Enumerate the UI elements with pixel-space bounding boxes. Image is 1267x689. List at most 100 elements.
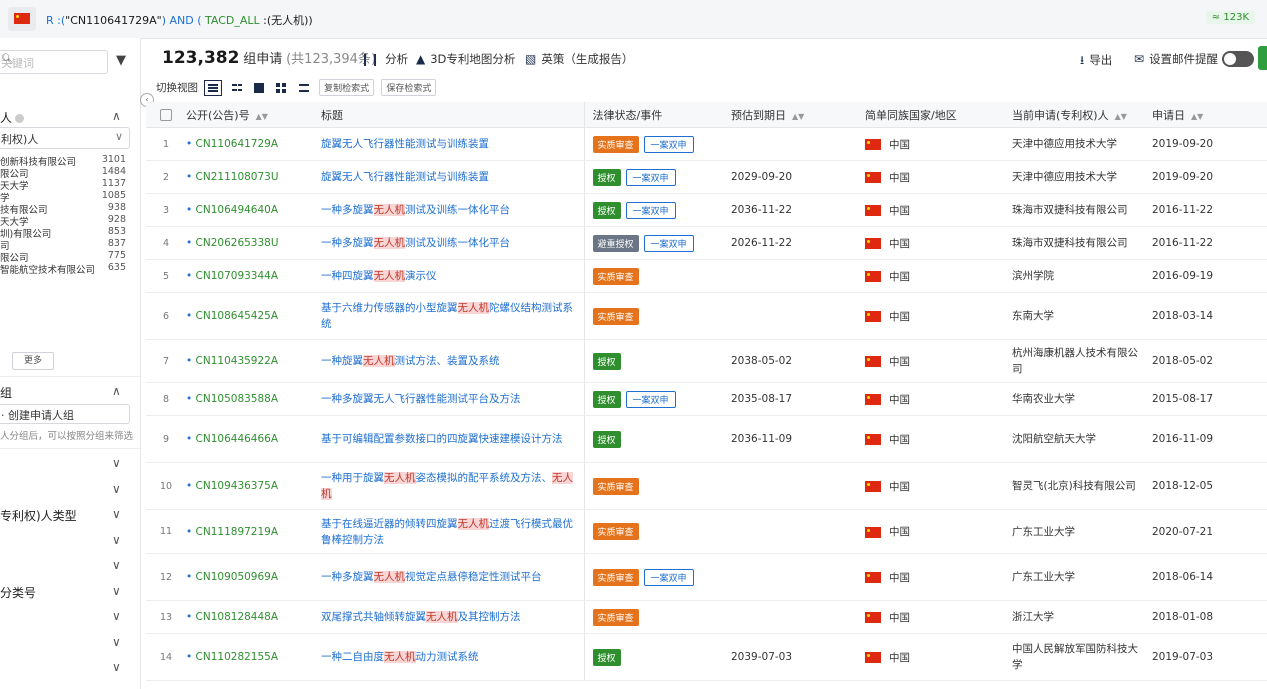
publication-number-link[interactable]: CN108128448A [186, 600, 321, 634]
chevron-down-icon[interactable]: ∨ [112, 482, 121, 496]
list-view-icon[interactable] [204, 80, 223, 96]
patent-title-link[interactable]: 旋翼无人飞行器性能测试与训练装置 [321, 160, 584, 194]
patent-title-link[interactable]: 一种多旋翼无人机视觉定点悬停稳定性测试平台 [321, 553, 584, 601]
applicant-name[interactable]: 天津中德应用技术大学 [1012, 160, 1152, 194]
keyword-search-input[interactable]: 关键词 🔍︎ [0, 50, 108, 74]
publication-number-link[interactable]: CN107093344A [186, 259, 321, 293]
sort-icon[interactable]: ▲▼ [1191, 112, 1203, 121]
table-row[interactable]: 6CN108645425A基于六维力传感器的小型旋翼无人机陀螺仪结构测试系统实质… [146, 292, 1267, 340]
map3d-button[interactable]: ▲ 3D专利地图分析 [416, 51, 515, 67]
sort-icon[interactable]: ▲▼ [792, 112, 804, 121]
col-filed[interactable]: 申请日 ▲▼ [1152, 102, 1267, 128]
email-alert-button[interactable]: ✉ 设置邮件提醒 [1134, 51, 1218, 67]
applicant-filter-item[interactable]: 技有限公司 938 [0, 202, 130, 216]
patent-title-link[interactable]: 一种四旋翼无人机演示仪 [321, 259, 584, 293]
table-row[interactable]: 3CN106494640A一种多旋翼无人机测试及训练一体化平台授权一案双申203… [146, 193, 1267, 227]
applicant-filter-item[interactable]: 限公司 1484 [0, 166, 130, 180]
applicant-filter-item[interactable]: 智能航空技术有限公司 635 [0, 262, 130, 276]
chevron-down-icon[interactable]: ∨ [112, 507, 121, 521]
table-row[interactable]: 14CN110282155A一种二自由度无人机动力测试系统授权2039-07-0… [146, 633, 1267, 681]
table-row[interactable]: 12CN109050969A一种多旋翼无人机视觉定点悬停稳定性测试平台实质审查一… [146, 553, 1267, 601]
table-row[interactable]: 7CN110435922A一种旋翼无人机测试方法、装置及系统授权2038-05-… [146, 339, 1267, 383]
chevron-up-icon[interactable]: ∧ [112, 384, 121, 398]
table-row[interactable]: 11CN111897219A基于在线逼近器的倾转四旋翼无人机过渡飞行模式最优鲁棒… [146, 509, 1267, 554]
applicant-name[interactable]: 珠海市双捷科技有限公司 [1012, 226, 1152, 260]
chevron-down-icon[interactable]: ∨ [112, 456, 121, 470]
applicant-name[interactable]: 杭州海康机器人技术有限公司 [1012, 339, 1152, 383]
publication-number-link[interactable]: CN211108073U [186, 160, 321, 194]
dual-filing-tag[interactable]: 一案双申 [625, 390, 676, 408]
col-expiry[interactable]: 预估到期日 ▲▼ [731, 102, 865, 128]
publication-number-link[interactable]: CN108645425A [186, 292, 321, 340]
applicant-filter-item[interactable]: 圳)有限公司 853 [0, 226, 130, 240]
chevron-down-icon[interactable]: ∨ [112, 635, 121, 649]
chevron-down-icon[interactable]: ∨ [112, 558, 121, 572]
patent-title-link[interactable]: 一种旋翼无人机测试方法、装置及系统 [321, 339, 584, 383]
copy-query-button[interactable]: 复制检索式 [319, 79, 375, 96]
search-icon[interactable]: 🔍︎ [1, 54, 101, 65]
table-row[interactable]: 4CN206265338U一种多旋翼无人机测试及训练一体化平台避重授权一案双申2… [146, 226, 1267, 260]
image-view-icon[interactable] [251, 81, 267, 95]
applicant-name[interactable]: 珠海市双捷科技有限公司 [1012, 193, 1152, 227]
patent-title-link[interactable]: 基于六维力传感器的小型旋翼无人机陀螺仪结构测试系统 [321, 292, 584, 340]
applicant-name[interactable]: 中国人民解放军国防科技大学 [1012, 633, 1152, 681]
table-row[interactable]: 5CN107093344A一种四旋翼无人机演示仪实质审查中国滨州学院2016-0… [146, 259, 1267, 293]
publication-number-link[interactable]: CN106446466A [186, 415, 321, 463]
filter-icon[interactable]: ▼ [116, 53, 126, 68]
col-pub-no[interactable]: 公开(公告)号 ▲▼ [186, 102, 321, 128]
chevron-up-icon[interactable]: ∧ [112, 109, 121, 123]
chevron-down-icon[interactable]: ∨ [112, 533, 121, 547]
country-selector[interactable] [8, 7, 36, 31]
patent-title-link[interactable]: 双尾撑式共轴倾转旋翼无人机及其控制方法 [321, 600, 584, 634]
applicant-name[interactable]: 天津中德应用技术大学 [1012, 127, 1152, 161]
publication-number-link[interactable]: CN111897219A [186, 509, 321, 554]
patent-title-link[interactable]: 一种多旋翼无人机测试及训练一体化平台 [321, 226, 584, 260]
chevron-down-icon[interactable]: ∨ [112, 660, 121, 674]
table-row[interactable]: 1CN110641729A旋翼无人飞行器性能测试与训练装置 实质审查一案双申 中国 天… [146, 127, 1267, 161]
applicant-filter-item[interactable]: 天大学 1137 [0, 178, 130, 192]
dual-filing-tag[interactable]: 一案双申 [643, 568, 694, 586]
publication-number-link[interactable]: CN109050969A [186, 553, 321, 601]
patent-title-link[interactable]: 一种多旋翼无人机测试及训练一体化平台 [321, 193, 584, 227]
applicant-type-select[interactable]: 利权)人 ∨ [0, 127, 130, 149]
green-action-button[interactable] [1258, 46, 1267, 70]
applicant-name[interactable]: 沈阳航空航天大学 [1012, 415, 1152, 463]
patent-title-link[interactable]: 基于可编辑配置参数接口的四旋翼快速建模设计方法 [321, 415, 584, 463]
dual-filing-tag[interactable]: 一案双申 [625, 168, 676, 186]
create-group-input[interactable]: · 创建申请人组 [0, 404, 130, 424]
insight-report-button[interactable]: ▧ 英策（生成报告） [525, 51, 633, 67]
table-row[interactable]: 8CN105083588A一种多旋翼无人飞行器性能测试平台及方法授权一案双申20… [146, 382, 1267, 416]
applicant-name[interactable]: 东南大学 [1012, 292, 1152, 340]
filter-section-title[interactable]: 分类号 [0, 584, 36, 601]
chevron-down-icon[interactable]: ∨ [112, 609, 121, 623]
filter-section-title[interactable]: 专利权)人类型 [0, 507, 77, 524]
publication-number-link[interactable]: CN109436375A [186, 462, 321, 510]
publication-number-link[interactable]: CN110282155A [186, 633, 321, 681]
applicant-name[interactable]: 广东工业大学 [1012, 509, 1152, 554]
patent-title-link[interactable]: 一种多旋翼无人飞行器性能测试平台及方法 [321, 382, 584, 416]
publication-number-link[interactable]: CN106494640A [186, 193, 321, 227]
applicant-name[interactable]: 广东工业大学 [1012, 553, 1152, 601]
detail-view-icon[interactable] [229, 81, 245, 95]
table-row[interactable]: 10CN109436375A一种用于旋翼无人机姿态模拟的配平系统及方法、无人机实… [146, 462, 1267, 510]
applicant-name[interactable]: 智灵飞(北京)科技有限公司 [1012, 462, 1152, 510]
sort-icon[interactable]: ▲▼ [256, 112, 268, 121]
applicant-filter-item[interactable]: 限公司 775 [0, 250, 130, 264]
publication-number-link[interactable]: CN105083588A [186, 382, 321, 416]
applicant-name[interactable]: 浙江大学 [1012, 600, 1152, 634]
dual-filing-tag[interactable]: 一案双申 [643, 135, 694, 153]
publication-number-link[interactable]: CN206265338U [186, 226, 321, 260]
more-button[interactable]: 更多 [12, 352, 54, 370]
search-query[interactable]: R :("CN110641729A") AND ( TACD_ALL :(无人机… [46, 12, 313, 28]
col-applicant[interactable]: 当前申请(专利权)人 ▲▼ [1012, 102, 1152, 128]
compare-view-icon[interactable] [296, 81, 312, 95]
email-alert-toggle[interactable] [1222, 51, 1254, 67]
applicant-name[interactable]: 滨州学院 [1012, 259, 1152, 293]
applicant-filter-item[interactable]: 司 837 [0, 238, 130, 252]
applicant-filter-item[interactable]: 天大学 928 [0, 214, 130, 228]
sort-icon[interactable]: ▲▼ [1115, 112, 1127, 121]
export-button[interactable]: ⭳ 导出 [1080, 51, 1112, 72]
applicant-name[interactable]: 华南农业大学 [1012, 382, 1152, 416]
table-row[interactable]: 9CN106446466A基于可编辑配置参数接口的四旋翼快速建模设计方法 授权 20… [146, 415, 1267, 463]
patent-title-link[interactable]: 一种二自由度无人机动力测试系统 [321, 633, 584, 681]
